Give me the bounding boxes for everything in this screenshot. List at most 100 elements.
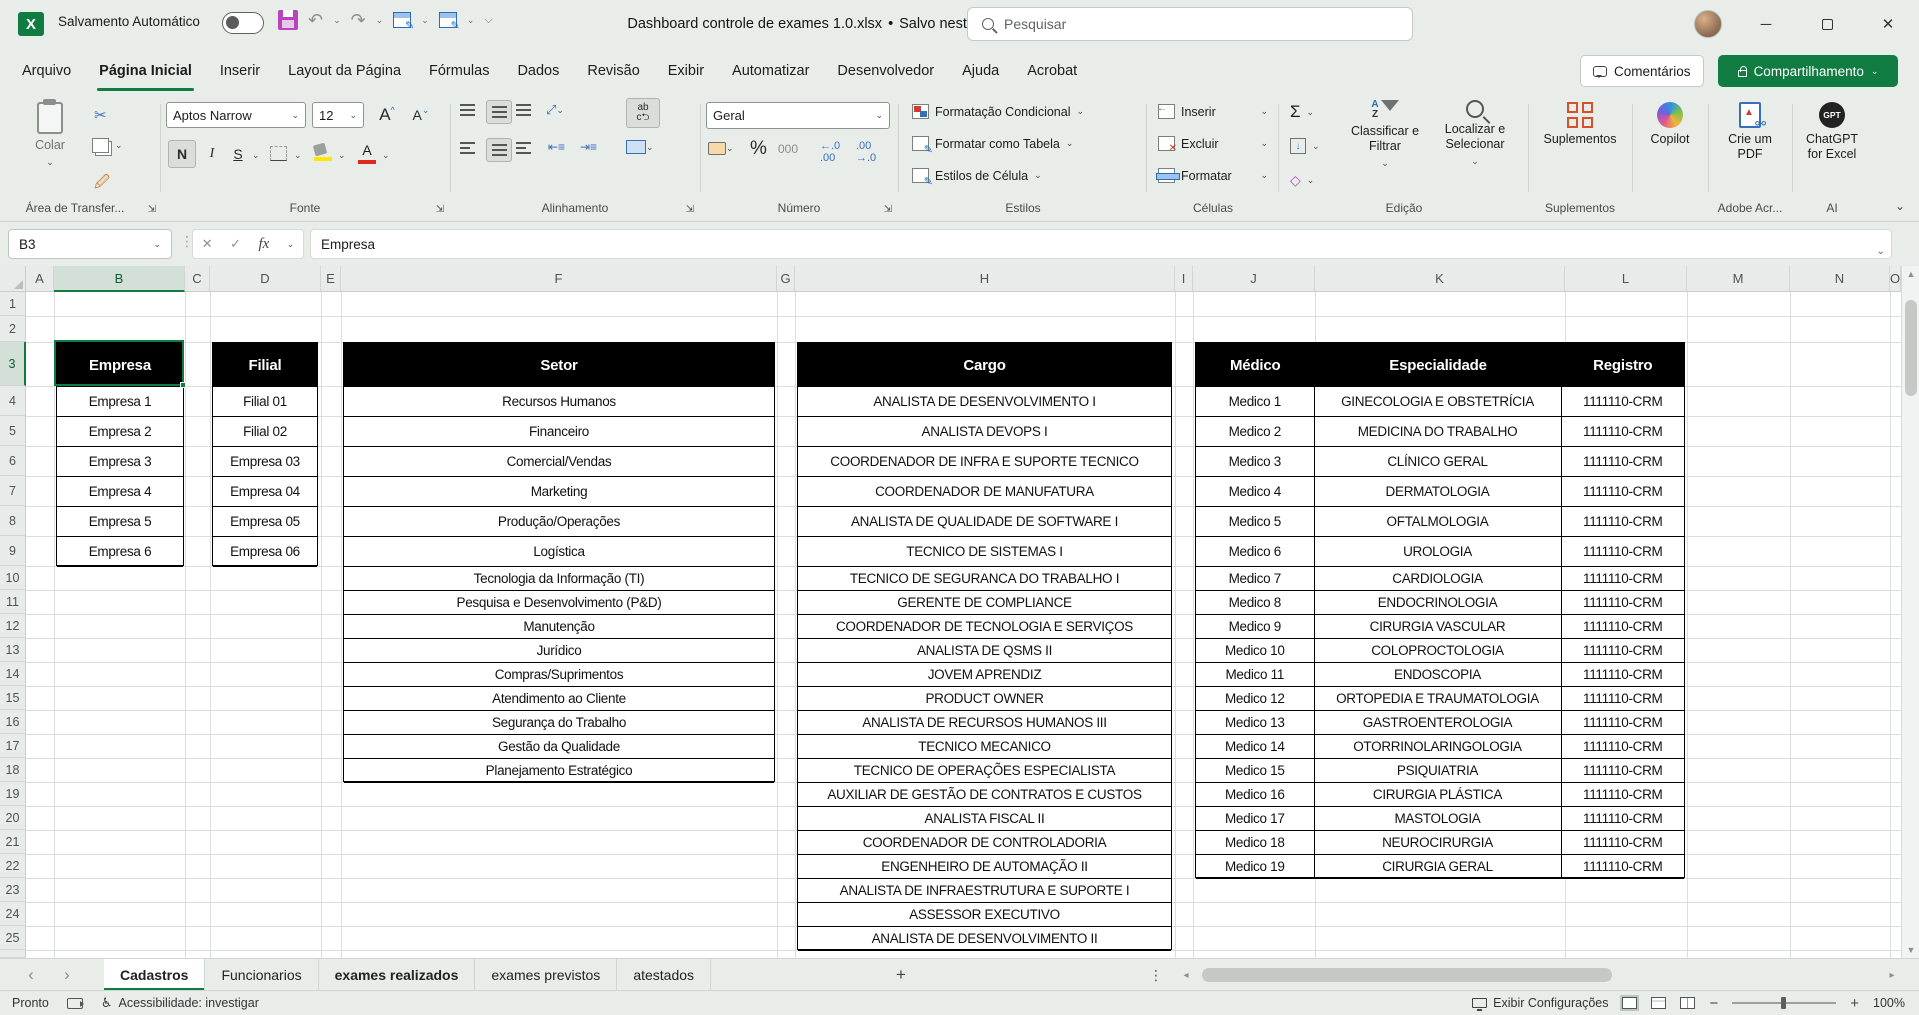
- align-top-button[interactable]: [460, 104, 475, 116]
- table-cell[interactable]: COORDENADOR DE MANUFATURA: [798, 477, 1171, 507]
- column-header-F[interactable]: F: [341, 266, 777, 292]
- sheet-nav-next-icon[interactable]: ›: [52, 959, 82, 991]
- orientation-button[interactable]: ⤢⌄: [546, 102, 564, 118]
- table-cell[interactable]: Empresa 03: [213, 447, 317, 477]
- confirm-entry-icon[interactable]: ✓: [230, 236, 241, 252]
- table-cell[interactable]: PRODUCT OWNER: [798, 687, 1171, 711]
- table-cell[interactable]: DERMATOLOGIA: [1315, 477, 1562, 507]
- table-cell[interactable]: 1111110-CRM: [1562, 537, 1685, 567]
- shrink-font-button[interactable]: A⌄: [406, 102, 436, 128]
- font-color-caret-icon[interactable]: ⌄: [382, 150, 390, 161]
- ribbon-tab-inserir[interactable]: Inserir: [206, 48, 274, 94]
- collapse-ribbon-icon[interactable]: ⌄: [1895, 199, 1905, 213]
- underline-button[interactable]: S: [226, 140, 250, 168]
- row-header-9[interactable]: 9: [0, 536, 26, 566]
- conditional-formatting-button[interactable]: Formatação Condicional⌄: [912, 104, 1084, 119]
- table-cell[interactable]: ANALISTA DE DESENVOLVIMENTO I: [798, 387, 1171, 417]
- table-cell[interactable]: ENGENHEIRO DE AUTOMAÇÃO II: [798, 855, 1171, 879]
- filial-table-header[interactable]: Filial: [213, 343, 317, 387]
- table-cell[interactable]: Pesquisa e Desenvolvimento (P&D): [344, 591, 774, 615]
- row-header-24[interactable]: 24: [0, 902, 26, 926]
- search-input[interactable]: Pesquisar: [967, 7, 1413, 41]
- display-settings-button[interactable]: Exibir Configurações: [1472, 996, 1608, 1010]
- table-cell[interactable]: Gestão da Qualidade: [344, 735, 774, 759]
- number-dialog-launcher-icon[interactable]: ⇲: [884, 204, 892, 215]
- comments-button[interactable]: Comentários: [1580, 55, 1704, 87]
- table-cell[interactable]: Medico 11: [1196, 663, 1315, 687]
- row-header-14[interactable]: 14: [0, 662, 26, 686]
- fill-color-caret-icon[interactable]: ⌄: [338, 150, 346, 161]
- close-button[interactable]: ✕: [1859, 0, 1917, 48]
- fx-caret-icon[interactable]: ⌄: [287, 239, 295, 250]
- merge-center-button[interactable]: ⌄: [626, 140, 654, 154]
- create-pdf-button[interactable]: Crie um PDF: [1720, 102, 1780, 162]
- table-cell[interactable]: Medico 10: [1196, 639, 1315, 663]
- row-header-20[interactable]: 20: [0, 806, 26, 830]
- autosum-button[interactable]: Σ⌄: [1290, 102, 1314, 122]
- column-header-C[interactable]: C: [185, 266, 210, 292]
- table-cell[interactable]: 1111110-CRM: [1562, 663, 1685, 687]
- row-header-13[interactable]: 13: [0, 638, 26, 662]
- font-dialog-launcher-icon[interactable]: ⇲: [436, 204, 444, 215]
- table-cell[interactable]: Jurídico: [344, 639, 774, 663]
- column-header-K[interactable]: K: [1315, 266, 1565, 292]
- redo-icon[interactable]: ↷: [351, 10, 366, 30]
- horizontal-scroll-thumb[interactable]: [1202, 968, 1612, 982]
- table-cell[interactable]: Empresa 06: [213, 537, 317, 567]
- column-header-L[interactable]: L: [1565, 266, 1687, 292]
- borders-icon[interactable]: [270, 146, 287, 161]
- table-cell[interactable]: Medico 9: [1196, 615, 1315, 639]
- ribbon-tab-automatizar[interactable]: Automatizar: [718, 48, 823, 94]
- scroll-left-icon[interactable]: ◂: [1178, 964, 1194, 986]
- page-layout-view-icon[interactable]: [1651, 997, 1666, 1009]
- clipboard-dialog-launcher-icon[interactable]: ⇲: [148, 204, 156, 215]
- table-cell[interactable]: TECNICO DE SISTEMAS I: [798, 537, 1171, 567]
- align-bottom-button[interactable]: [516, 104, 531, 116]
- save-icon[interactable]: [278, 10, 298, 30]
- chatgpt-button[interactable]: GPT ChatGPT for Excel: [1800, 102, 1864, 162]
- normal-view-icon[interactable]: [1622, 997, 1637, 1009]
- share-button[interactable]: Compartilhamento ⌄: [1718, 55, 1898, 87]
- table-cell[interactable]: Planejamento Estratégico: [344, 759, 774, 783]
- accounting-format-button[interactable]: ⌄: [708, 142, 734, 155]
- customize-qat-icon[interactable]: ⌵: [484, 14, 492, 27]
- table-cell[interactable]: Tecnologia da Informação (TI): [344, 567, 774, 591]
- table-cell[interactable]: CIRURGIA GERAL: [1315, 855, 1562, 879]
- borders-caret-icon[interactable]: ⌄: [294, 150, 302, 161]
- row-header-16[interactable]: 16: [0, 710, 26, 734]
- accessibility-status[interactable]: ♿ Acessibilidade: investigar: [101, 995, 259, 1011]
- column-header-G[interactable]: G: [777, 266, 795, 292]
- row-header-8[interactable]: 8: [0, 506, 26, 536]
- table-cell[interactable]: Empresa 2: [57, 417, 183, 447]
- sheet-tab-cadastros[interactable]: Cadastros: [104, 959, 205, 991]
- autosave-toggle[interactable]: [222, 12, 264, 34]
- addins-button[interactable]: Suplementos: [1538, 102, 1622, 147]
- align-right-button[interactable]: [516, 142, 531, 154]
- table-cell[interactable]: 1111110-CRM: [1562, 639, 1685, 663]
- ribbon-tab-exibir[interactable]: Exibir: [654, 48, 718, 94]
- decrease-decimal-button[interactable]: .00→.0: [856, 140, 876, 164]
- table-cell[interactable]: 1111110-CRM: [1562, 447, 1685, 477]
- sheet-tab-atestados[interactable]: atestados: [617, 959, 711, 991]
- table-cell[interactable]: UROLOGIA: [1315, 537, 1562, 567]
- select-all-corner[interactable]: [0, 266, 26, 292]
- table-cell[interactable]: GINECOLOGIA E OBSTETRÍCIA: [1315, 387, 1562, 417]
- underline-caret-icon[interactable]: ⌄: [252, 150, 260, 161]
- table-cell[interactable]: Empresa 3: [57, 447, 183, 477]
- sheet-tab-exames-realizados[interactable]: exames realizados: [319, 959, 476, 991]
- table-cell[interactable]: Medico 5: [1196, 507, 1315, 537]
- table-cell[interactable]: Filial 01: [213, 387, 317, 417]
- sheet-nav-prev-icon[interactable]: ‹: [16, 959, 46, 991]
- cut-button[interactable]: ✂: [94, 106, 107, 124]
- row-header-25[interactable]: 25: [0, 926, 26, 950]
- table-cell[interactable]: Medico 12: [1196, 687, 1315, 711]
- table-cell[interactable]: 1111110-CRM: [1562, 477, 1685, 507]
- table-cell[interactable]: ANALISTA DE RECURSOS HUMANOS III: [798, 711, 1171, 735]
- table-cell[interactable]: Medico 15: [1196, 759, 1315, 783]
- redo-caret-icon[interactable]: ⌄: [376, 15, 384, 26]
- clear-button[interactable]: ◇⌄: [1290, 172, 1314, 189]
- table-cell[interactable]: Segurança do Trabalho: [344, 711, 774, 735]
- row-header-6[interactable]: 6: [0, 446, 26, 476]
- decrease-indent-button[interactable]: ⇤≡: [548, 140, 565, 154]
- table-cell[interactable]: Filial 02: [213, 417, 317, 447]
